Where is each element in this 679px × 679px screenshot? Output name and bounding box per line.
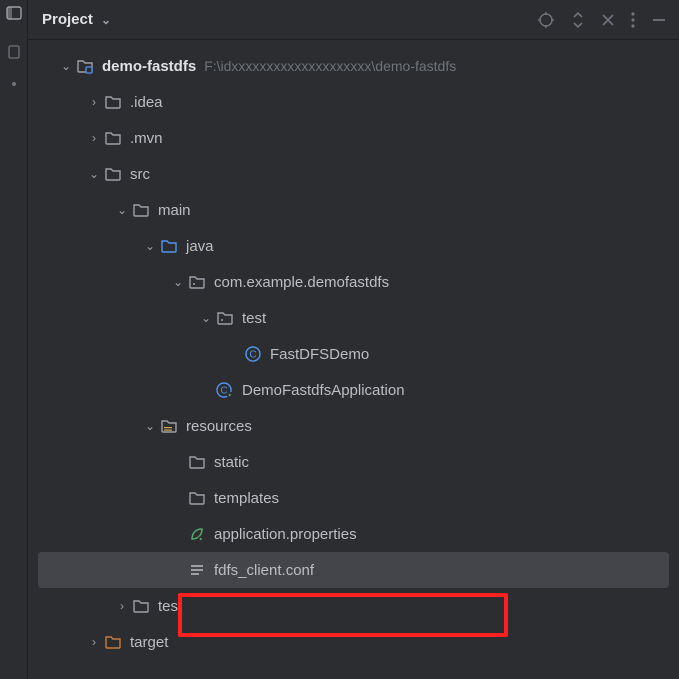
folder-icon: [104, 166, 122, 182]
chevron-down-icon: ⌄: [101, 13, 111, 27]
panel-toggle-icon[interactable]: [5, 4, 23, 22]
node-label: java: [186, 238, 214, 255]
tree-node-main[interactable]: ⌄ main: [28, 192, 679, 228]
tool-window-gutter: [0, 0, 28, 679]
module-folder-icon: [76, 58, 94, 74]
chevron-down-icon[interactable]: ⌄: [196, 311, 216, 325]
close-icon[interactable]: [601, 13, 615, 27]
node-label: com.example.demofastdfs: [214, 274, 389, 291]
chevron-right-icon[interactable]: ›: [112, 599, 132, 613]
gutter-separator-icon: [12, 82, 16, 86]
target-icon[interactable]: [537, 11, 555, 29]
tree-node-test-pkg[interactable]: ⌄ test: [28, 300, 679, 336]
tree-node-templates[interactable]: · templates: [28, 480, 679, 516]
node-label: .mvn: [130, 130, 163, 147]
node-label: DemoFastdfsApplication: [242, 382, 405, 399]
tree-node-src[interactable]: ⌄ src: [28, 156, 679, 192]
expand-collapse-icon[interactable]: [571, 11, 585, 29]
tree-node-fdfs-conf[interactable]: · fdfs_client.conf: [38, 552, 669, 588]
tree-node-resources[interactable]: ⌄ resources: [28, 408, 679, 444]
more-icon[interactable]: [631, 12, 635, 28]
folder-icon: [132, 598, 150, 614]
tree-node-class-fastdfsdemo[interactable]: · C FastDFSDemo: [28, 336, 679, 372]
node-label: .idea: [130, 94, 163, 111]
bookmark-icon[interactable]: [6, 44, 22, 60]
folder-icon: [188, 454, 206, 470]
node-label: resources: [186, 418, 252, 435]
folder-icon: [132, 202, 150, 218]
svg-text:C: C: [220, 386, 227, 397]
package-icon: [216, 310, 234, 326]
panel-title-label: Project: [42, 11, 93, 28]
node-label: fdfs_client.conf: [214, 562, 314, 579]
tree-node-root[interactable]: ⌄ demo-fastdfs F:\idxxxxxxxxxxxxxxxxxxxx…: [28, 48, 679, 84]
class-runnable-icon: C: [216, 382, 234, 398]
node-label: test: [242, 310, 266, 327]
chevron-down-icon[interactable]: ⌄: [140, 239, 160, 253]
panel-title[interactable]: Project ⌄: [42, 11, 111, 28]
tree[interactable]: ⌄ demo-fastdfs F:\idxxxxxxxxxxxxxxxxxxxx…: [28, 40, 679, 679]
chevron-down-icon[interactable]: ⌄: [84, 167, 104, 181]
folder-icon: [104, 94, 122, 110]
spring-config-icon: [188, 526, 206, 542]
tree-node-static[interactable]: · static: [28, 444, 679, 480]
tree-node-idea[interactable]: › .idea: [28, 84, 679, 120]
chevron-right-icon[interactable]: ›: [84, 131, 104, 145]
node-label: src: [130, 166, 150, 183]
class-icon: C: [244, 346, 262, 362]
tree-node-package[interactable]: ⌄ com.example.demofastdfs: [28, 264, 679, 300]
chevron-right-icon[interactable]: ›: [84, 635, 104, 649]
tree-node-test-dir[interactable]: › test: [28, 588, 679, 624]
source-folder-icon: [160, 238, 178, 254]
chevron-down-icon[interactable]: ⌄: [140, 419, 160, 433]
package-icon: [188, 274, 206, 290]
node-path: F:\idxxxxxxxxxxxxxxxxxxxx\demo-fastdfs: [204, 58, 456, 74]
tree-node-class-app[interactable]: · C DemoFastdfsApplication: [28, 372, 679, 408]
excluded-folder-icon: [104, 634, 122, 650]
tree-node-app-properties[interactable]: · application.properties: [28, 516, 679, 552]
resources-folder-icon: [160, 418, 178, 434]
node-label: test: [158, 598, 182, 615]
svg-text:C: C: [249, 350, 256, 361]
chevron-down-icon[interactable]: ⌄: [112, 203, 132, 217]
node-label: FastDFSDemo: [270, 346, 369, 363]
chevron-down-icon[interactable]: ⌄: [56, 59, 76, 73]
tree-node-target[interactable]: › target: [28, 624, 679, 660]
panel-header: Project ⌄: [28, 0, 679, 40]
chevron-right-icon[interactable]: ›: [84, 95, 104, 109]
tree-node-mvn[interactable]: › .mvn: [28, 120, 679, 156]
minimize-icon[interactable]: [651, 12, 667, 28]
chevron-down-icon[interactable]: ⌄: [168, 275, 188, 289]
node-label: static: [214, 454, 249, 471]
tree-node-java[interactable]: ⌄ java: [28, 228, 679, 264]
project-panel: Project ⌄ ⌄ demo-fastdfs F:\idxxxxxxxxxx…: [28, 0, 679, 679]
node-label: application.properties: [214, 526, 357, 543]
folder-icon: [104, 130, 122, 146]
node-label: target: [130, 634, 168, 651]
folder-icon: [188, 490, 206, 506]
text-file-icon: [188, 562, 206, 578]
node-label: demo-fastdfs: [102, 58, 196, 75]
node-label: templates: [214, 490, 279, 507]
node-label: main: [158, 202, 191, 219]
